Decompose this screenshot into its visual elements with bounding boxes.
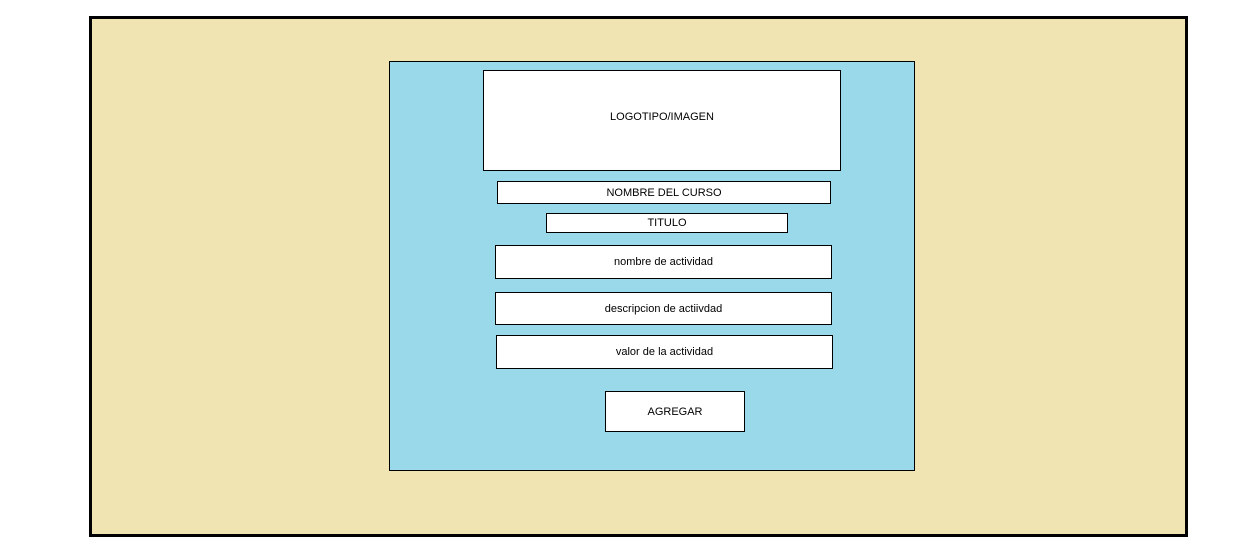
add-button[interactable]: AGREGAR xyxy=(605,391,745,432)
activity-value-input[interactable]: valor de la actividad xyxy=(496,335,833,369)
course-name-field: NOMBRE DEL CURSO xyxy=(497,181,831,204)
title-label: TITULO xyxy=(647,217,687,229)
activity-value-placeholder: valor de la actividad xyxy=(615,346,714,358)
logo-image-placeholder: LOGOTIPO/IMAGEN xyxy=(483,70,841,171)
activity-description-placeholder: descripcion de actiivdad xyxy=(604,302,723,315)
title-field: TITULO xyxy=(546,213,788,233)
add-button-label: AGREGAR xyxy=(647,405,703,418)
activity-name-placeholder: nombre de actividad xyxy=(613,256,714,268)
course-name-label: NOMBRE DEL CURSO xyxy=(606,186,722,199)
activity-description-input[interactable]: descripcion de actiivdad xyxy=(495,292,832,325)
activity-name-input[interactable]: nombre de actividad xyxy=(495,245,832,279)
logo-label: LOGOTIPO/IMAGEN xyxy=(610,111,714,123)
